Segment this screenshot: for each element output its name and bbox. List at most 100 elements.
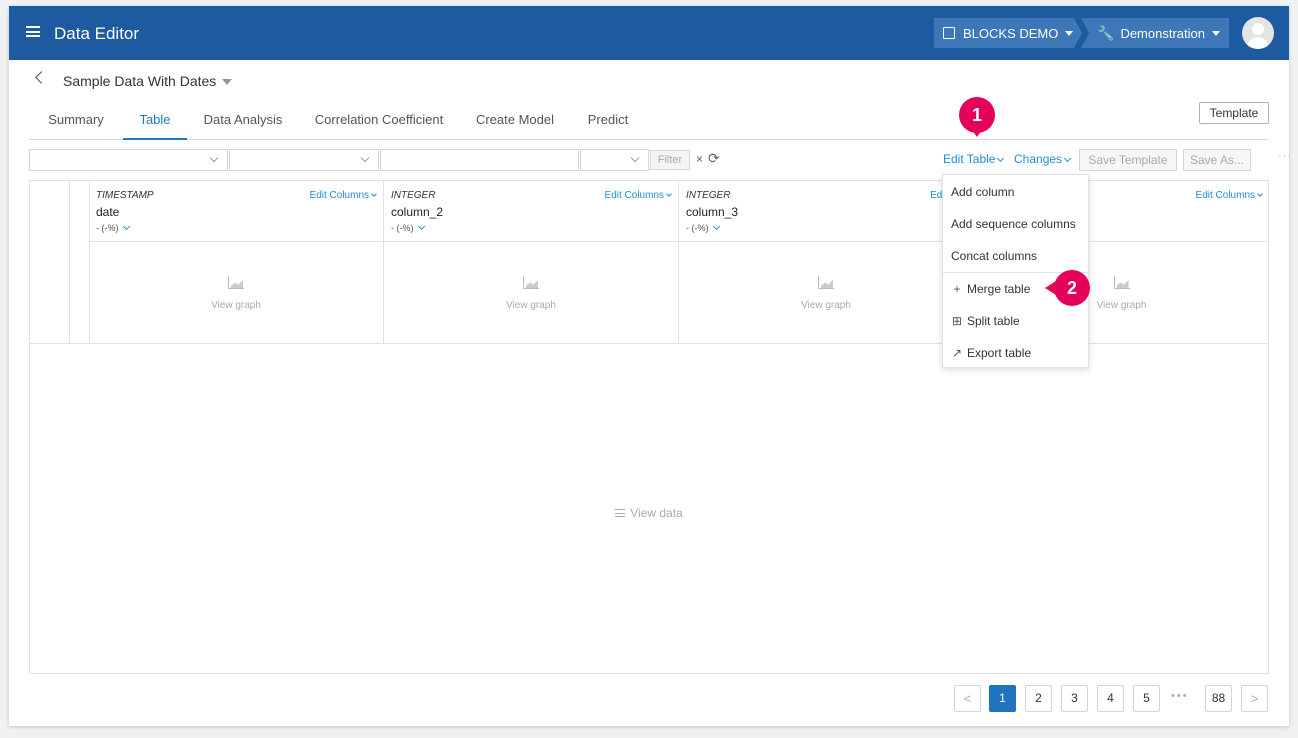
chart-icon (818, 276, 834, 289)
menu-item-add-sequence-columns[interactable]: Add sequence columns (951, 214, 1076, 234)
column-name: column_2 (391, 205, 444, 219)
operator-select[interactable] (229, 149, 379, 171)
edit-columns-dropdown[interactable]: Edit Columns (605, 190, 672, 201)
page-button-2[interactable]: 2 (1025, 685, 1052, 712)
filter-button[interactable]: Filter (650, 150, 690, 170)
page-button-4[interactable]: 4 (1097, 685, 1124, 712)
prev-page-button[interactable]: < (954, 685, 981, 712)
column-date: TIMESTAMP date - (-%) Edit Columns View … (89, 181, 384, 343)
tab-table[interactable]: Table (123, 102, 187, 140)
dataset-selector[interactable]: Sample Data With Dates (63, 73, 233, 89)
tab-predict[interactable]: Predict (571, 102, 645, 140)
chevron-down-icon (1064, 154, 1072, 163)
missing-percent[interactable]: - (-%) (96, 222, 130, 233)
condition-select[interactable] (580, 149, 649, 171)
changes-dropdown[interactable]: Changes (1014, 152, 1072, 166)
save-as-button[interactable]: Save As... (1183, 149, 1251, 171)
more-options-icon[interactable]: ··· (1278, 150, 1292, 162)
app-bar: Data Editor BLOCKS DEMO 🔧 Demonstration (9, 6, 1289, 60)
missing-percent[interactable]: - (-%) (391, 222, 425, 233)
pagination-ellipsis: ••• (1171, 690, 1189, 702)
page-button-5[interactable]: 5 (1133, 685, 1160, 712)
chevron-down-icon (997, 154, 1005, 163)
chart-icon (1113, 276, 1130, 289)
missing-percent[interactable]: - (-%) (686, 222, 720, 233)
view-graph-label: View graph (506, 300, 556, 311)
wrench-icon: 🔧 (1097, 24, 1115, 41)
next-page-button[interactable]: > (1241, 685, 1268, 712)
chevron-down-icon (630, 153, 640, 163)
caret-down-icon (1211, 30, 1220, 36)
chevron-down-icon (122, 222, 130, 231)
chevron-down-icon (209, 153, 219, 163)
tab-create-model[interactable]: Create Model (459, 102, 571, 140)
grid-icon: ⊞ (951, 314, 963, 328)
view-data-label: View data (630, 506, 683, 520)
plus-icon: + (953, 282, 961, 296)
view-graph-button[interactable]: View graph (679, 243, 973, 343)
table-toolbar: Filter × ⟳ Edit Table Changes Save Templ… (29, 149, 1291, 171)
chevron-down-icon (666, 191, 672, 197)
menu-item-concat-columns[interactable]: Concat columns (951, 246, 1037, 266)
caret-down-icon (1065, 30, 1074, 36)
app-title: Data Editor (54, 24, 140, 43)
column-name: column_3 (686, 205, 739, 219)
chevron-down-icon (371, 191, 377, 197)
view-graph-button[interactable]: View graph (384, 243, 678, 343)
column-header: INTEGER column_2 - (-%) Edit Columns (384, 181, 678, 242)
back-chevron-icon[interactable] (35, 71, 48, 84)
tab-bar: Summary Table Data Analysis Correlation … (29, 102, 1269, 140)
organization-selector[interactable]: BLOCKS DEMO (934, 18, 1082, 48)
menu-item-add-column[interactable]: Add column (951, 182, 1014, 202)
user-avatar[interactable] (1242, 17, 1274, 49)
chart-icon (228, 276, 244, 289)
project-label: Demonstration (1120, 25, 1205, 41)
column-header: TIMESTAMP date - (-%) Edit Columns (89, 181, 383, 242)
row-header-column (30, 181, 90, 343)
list-icon (615, 509, 626, 517)
tab-summary[interactable]: Summary (29, 102, 123, 140)
column-column-3: INTEGER column_3 - (-%) Edit Colum View … (679, 181, 979, 343)
view-graph-label: View graph (211, 300, 261, 311)
column-header: INTEGER column_3 - (-%) Edit Colum (679, 181, 979, 242)
column-type: TIMESTAMP (96, 190, 154, 201)
chart-icon (523, 276, 539, 289)
column-column-2: INTEGER column_2 - (-%) Edit Columns Vie… (384, 181, 679, 343)
refresh-icon[interactable]: ⟳ (708, 150, 720, 167)
menu-icon[interactable] (26, 26, 40, 37)
column-name: date (96, 205, 120, 219)
template-button[interactable]: Template (1199, 102, 1269, 124)
view-graph-button[interactable]: View graph (89, 243, 383, 343)
column-select[interactable] (29, 149, 228, 171)
save-template-button[interactable]: Save Template (1079, 149, 1177, 171)
chevron-down-icon (712, 222, 720, 231)
page-button-3[interactable]: 3 (1061, 685, 1088, 712)
view-data-button[interactable]: View data (30, 506, 1268, 520)
chevron-down-icon (417, 222, 425, 231)
menu-item-split-table[interactable]: ⊞ Split table (951, 311, 1020, 331)
edit-table-dropdown[interactable]: Edit Table (943, 152, 1005, 166)
project-selector[interactable]: 🔧 Demonstration (1081, 18, 1229, 48)
menu-item-export-table[interactable]: ↗ Export table (951, 343, 1031, 363)
column-type: INTEGER (391, 190, 436, 201)
edit-table-label: Edit Table (943, 152, 996, 166)
page-button-88[interactable]: 88 (1205, 685, 1232, 712)
app-window: Data Editor BLOCKS DEMO 🔧 Demonstration … (9, 6, 1291, 726)
menu-item-merge-table[interactable]: + Merge table (951, 279, 1030, 299)
page-button-1[interactable]: 1 (989, 685, 1016, 712)
column-type: INTEGER (686, 190, 731, 201)
edit-columns-dropdown[interactable]: Edit Columns (310, 190, 377, 201)
callout-step-2: 2 (1045, 270, 1090, 306)
callout-step-1: 1 (959, 97, 995, 137)
dataset-name: Sample Data With Dates (63, 73, 217, 89)
chevron-down-icon (360, 153, 370, 163)
building-icon (943, 27, 955, 39)
organization-label: BLOCKS DEMO (963, 25, 1059, 41)
filter-value-input[interactable] (380, 149, 579, 171)
edit-columns-dropdown[interactable]: Edit Columns (1196, 190, 1263, 201)
clear-filter-icon[interactable]: × (696, 152, 703, 166)
changes-label: Changes (1014, 152, 1063, 166)
tab-correlation-coefficient[interactable]: Correlation Coefficient (299, 102, 459, 140)
tab-data-analysis[interactable]: Data Analysis (187, 102, 299, 140)
view-graph-label: View graph (801, 300, 851, 311)
